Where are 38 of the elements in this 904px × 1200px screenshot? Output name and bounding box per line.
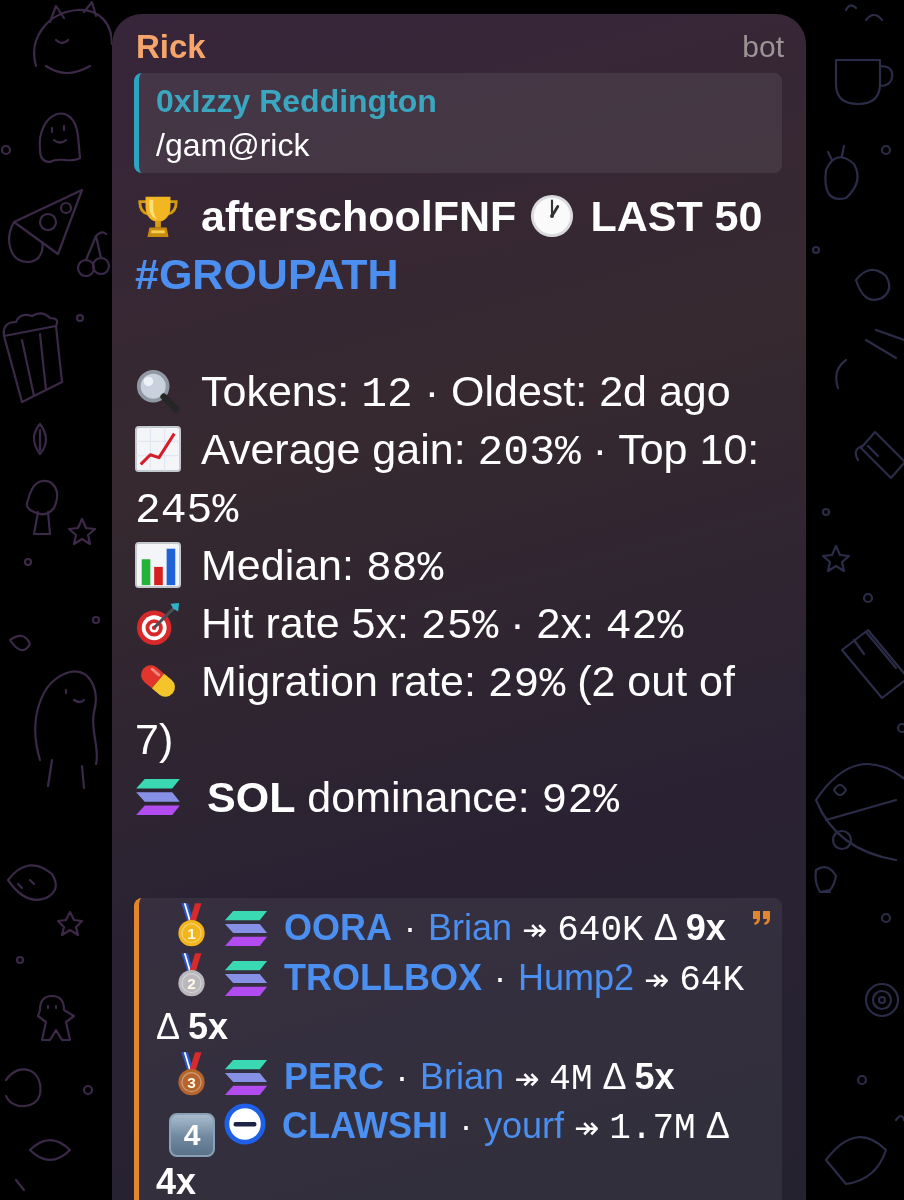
magnifier-icon	[135, 368, 181, 414]
stat-text: Migration rate: 29% (2 out of 7)	[135, 657, 735, 763]
rank-medal: 3	[177, 1051, 206, 1096]
rising-chart-icon	[135, 426, 181, 472]
token-link[interactable]: PERC	[284, 1055, 385, 1097]
stat-text: Hit rate 5x: 25% · 2x: 42%	[135, 599, 684, 647]
layered-bars-icon	[135, 778, 181, 816]
quote-icon	[752, 910, 772, 926]
caller-link[interactable]: Brian	[420, 1055, 505, 1097]
token-link[interactable]: CLAWSHI	[282, 1105, 448, 1146]
clock-icon	[529, 193, 576, 239]
layered-bars-icon	[224, 1058, 268, 1096]
layered-bars-icon	[224, 959, 268, 997]
caller-link[interactable]: Brian	[428, 907, 513, 948]
sender-name: Rick	[136, 28, 206, 66]
reply-quote[interactable]: 0xIzzy Reddington /gam@rick	[134, 73, 782, 173]
token-link[interactable]: OORA	[284, 907, 392, 948]
caller-link[interactable]: Hump2	[518, 956, 635, 998]
caller-link[interactable]: yourf	[484, 1105, 565, 1146]
rank-keycap: 4	[169, 1113, 215, 1157]
bot-label: bot	[742, 30, 784, 64]
stat-text: Tokens: 12 · Oldest: 2d ago	[135, 367, 731, 415]
rank-medal: 1	[177, 903, 206, 947]
minus-circle-icon	[224, 1103, 266, 1145]
dart-target-icon	[135, 600, 181, 646]
layered-bars-icon	[224, 910, 268, 947]
group-name: afterschoolFNF	[201, 192, 517, 240]
stat-text: Average gain: 203% · Top 10: 245%	[135, 425, 760, 531]
reply-author: 0xIzzy Reddington	[156, 82, 438, 121]
token-link[interactable]: TROLLBOX	[284, 956, 482, 998]
stat-text: SOL dominance: 92%	[135, 773, 620, 821]
hashtag-link[interactable]: #GROUPATH	[135, 250, 399, 298]
rank-medal: 2	[177, 952, 206, 997]
reply-text: /gam@rick	[156, 126, 311, 165]
stat-text: Median: 88%	[135, 541, 444, 589]
leaderboard-entry: 4 CLAWSHI · yourf ↠ 1.7M Δ 4x	[156, 1105, 728, 1200]
period-label: LAST 50	[590, 192, 763, 240]
bar-chart-icon	[135, 542, 181, 588]
